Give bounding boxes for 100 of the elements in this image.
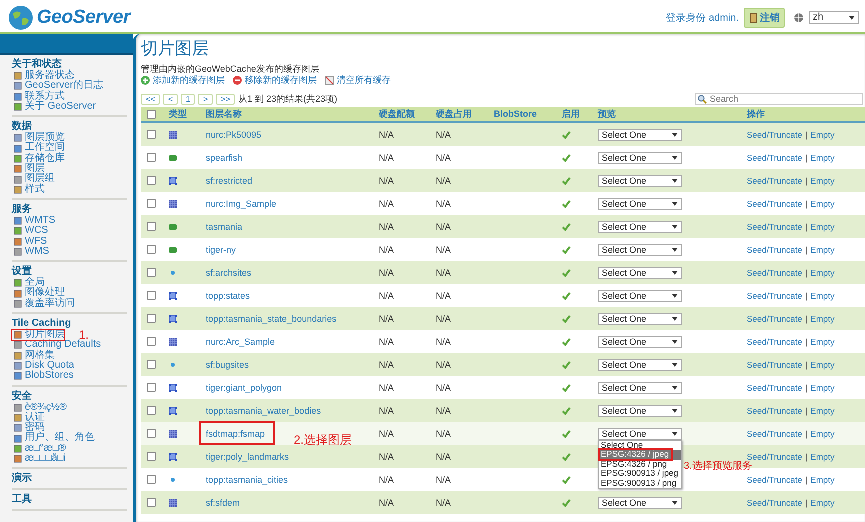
preview-select[interactable]: Select One	[598, 128, 682, 140]
row-checkbox[interactable]	[147, 222, 156, 231]
action-link[interactable]: Empty	[810, 152, 835, 162]
sidebar-item[interactable]: WMS	[14, 246, 50, 258]
action-link[interactable]: Seed/Truncate	[747, 360, 802, 370]
layer-name-link[interactable]: tiger:giant_polygon	[206, 382, 282, 392]
layer-name-link[interactable]: topp:tasmania_cities	[206, 474, 288, 484]
sidebar-item[interactable]: Disk Quota	[14, 360, 74, 372]
action-link[interactable]: Empty	[810, 474, 835, 484]
layer-name-link[interactable]: nurc:Arc_Sample	[206, 336, 276, 346]
action-link[interactable]: 清空所有缓存	[325, 75, 391, 86]
language-select[interactable]: zh	[809, 11, 859, 24]
sidebar-item[interactable]: æ□°æ□®	[14, 444, 66, 454]
sidebar-item[interactable]: 图层组	[14, 174, 55, 185]
row-checkbox[interactable]	[147, 245, 156, 254]
action-link[interactable]: Empty	[810, 406, 835, 416]
dropdown-option[interactable]: EPSG:900913 / jpeg	[599, 469, 681, 478]
layer-name-link[interactable]: topp:tasmania_water_bodies	[206, 406, 322, 416]
action-link[interactable]: Seed/Truncate	[747, 314, 802, 324]
sidebar-item[interactable]: GeoServer的日志	[14, 81, 104, 92]
pager-button[interactable]: >>	[216, 94, 236, 104]
sidebar-item[interactable]: WCS	[14, 226, 48, 237]
action-link[interactable]: Seed/Truncate	[747, 152, 802, 162]
preview-select[interactable]: Select One	[598, 312, 682, 324]
action-link[interactable]: Empty	[810, 428, 835, 438]
action-link[interactable]: Seed/Truncate	[747, 290, 802, 300]
action-link[interactable]: Empty	[810, 360, 835, 370]
sidebar-item[interactable]: 关于 GeoServer	[14, 102, 96, 112]
sidebar-item[interactable]: 用户、组、角色	[14, 433, 95, 444]
preview-select[interactable]: Select One	[598, 336, 682, 348]
preview-select[interactable]: Select One	[598, 358, 682, 370]
layer-name-link[interactable]: sf:sfdem	[206, 498, 240, 508]
layer-name-link[interactable]: sf:archsites	[206, 268, 252, 278]
logout-button[interactable]: 注销	[744, 8, 785, 28]
column-header[interactable]: 预览	[598, 108, 616, 118]
preview-select[interactable]: Select One	[598, 198, 682, 210]
pager-button[interactable]: <<	[141, 94, 160, 104]
sidebar-item[interactable]: æ□□□å□i	[14, 454, 66, 464]
row-checkbox[interactable]	[147, 360, 156, 369]
action-link[interactable]: Seed/Truncate	[747, 222, 802, 232]
sidebar-item[interactable]: 图像处理	[14, 288, 65, 299]
action-link[interactable]: Empty	[810, 452, 835, 462]
row-checkbox[interactable]	[147, 406, 156, 415]
action-link[interactable]: Empty	[810, 268, 835, 278]
layer-name-link[interactable]: fsdtmap:fsmap	[206, 428, 266, 438]
search-field[interactable]: Search	[695, 93, 863, 105]
sidebar-item[interactable]: 样式	[14, 184, 45, 195]
action-link[interactable]: Empty	[810, 290, 835, 300]
action-link[interactable]: Seed/Truncate	[747, 474, 802, 484]
action-link[interactable]: Seed/Truncate	[747, 406, 802, 416]
preview-select[interactable]: Select One	[598, 152, 682, 164]
action-link[interactable]: Empty	[810, 314, 835, 324]
action-link[interactable]: Seed/Truncate	[747, 176, 802, 186]
layer-name-link[interactable]: topp:states	[206, 290, 250, 300]
layer-name-link[interactable]: tiger:poly_landmarks	[206, 452, 290, 462]
action-link[interactable]: Seed/Truncate	[747, 382, 802, 392]
layer-name-link[interactable]: nurc:Pk50095	[206, 130, 262, 140]
row-checkbox[interactable]	[147, 130, 156, 139]
column-header[interactable]: 图层名称	[206, 108, 242, 118]
action-link[interactable]: Empty	[810, 222, 835, 232]
action-link[interactable]: Seed/Truncate	[747, 498, 802, 508]
row-checkbox[interactable]	[147, 337, 156, 346]
preview-select[interactable]: Select One	[598, 174, 682, 186]
action-link[interactable]: Seed/Truncate	[747, 452, 802, 462]
action-link[interactable]: Empty	[810, 130, 835, 140]
row-checkbox[interactable]	[147, 176, 156, 185]
action-link[interactable]: Empty	[810, 244, 835, 254]
layer-name-link[interactable]: spearfish	[206, 152, 243, 162]
row-checkbox[interactable]	[147, 199, 156, 208]
preview-select[interactable]: Select One	[598, 404, 682, 416]
sidebar-item[interactable]: 密码	[14, 423, 45, 434]
dropdown-option[interactable]: EPSG:900913 / png	[599, 478, 681, 488]
action-link[interactable]: Seed/Truncate	[747, 244, 802, 254]
layer-name-link[interactable]: sf:bugsites	[206, 360, 250, 370]
layer-name-link[interactable]: topp:tasmania_state_boundaries	[206, 314, 337, 324]
row-checkbox[interactable]	[147, 153, 156, 162]
preview-select[interactable]: Select One	[598, 382, 682, 394]
dropdown-option[interactable]: EPSG:4326 / png	[599, 460, 681, 469]
layer-name-link[interactable]: tasmania	[206, 222, 243, 232]
preview-select[interactable]: Select One	[598, 496, 682, 508]
layer-name-link[interactable]: tiger-ny	[206, 244, 236, 254]
action-link[interactable]: Empty	[810, 336, 835, 346]
pager-button[interactable]: 1	[181, 94, 196, 104]
preview-select[interactable]: Select One	[598, 428, 682, 440]
preview-select[interactable]: Select One	[598, 290, 682, 302]
row-checkbox[interactable]	[147, 268, 156, 277]
sidebar-item[interactable]: 网格集	[14, 350, 55, 361]
action-link[interactable]: Empty	[810, 176, 835, 186]
action-link[interactable]: Seed/Truncate	[747, 198, 802, 208]
row-checkbox[interactable]	[147, 383, 156, 392]
action-link[interactable]: 添加新的缓存图层	[141, 75, 225, 86]
row-checkbox[interactable]	[147, 475, 156, 484]
action-link[interactable]: Empty	[810, 498, 835, 508]
action-link[interactable]: Seed/Truncate	[747, 268, 802, 278]
action-link[interactable]: Seed/Truncate	[747, 428, 802, 438]
action-link[interactable]: 移除新的缓存图层	[233, 75, 317, 86]
pager-button[interactable]: <	[163, 94, 178, 104]
row-checkbox[interactable]	[147, 429, 156, 438]
column-header[interactable]: 操作	[747, 108, 765, 118]
row-checkbox[interactable]	[147, 291, 156, 300]
